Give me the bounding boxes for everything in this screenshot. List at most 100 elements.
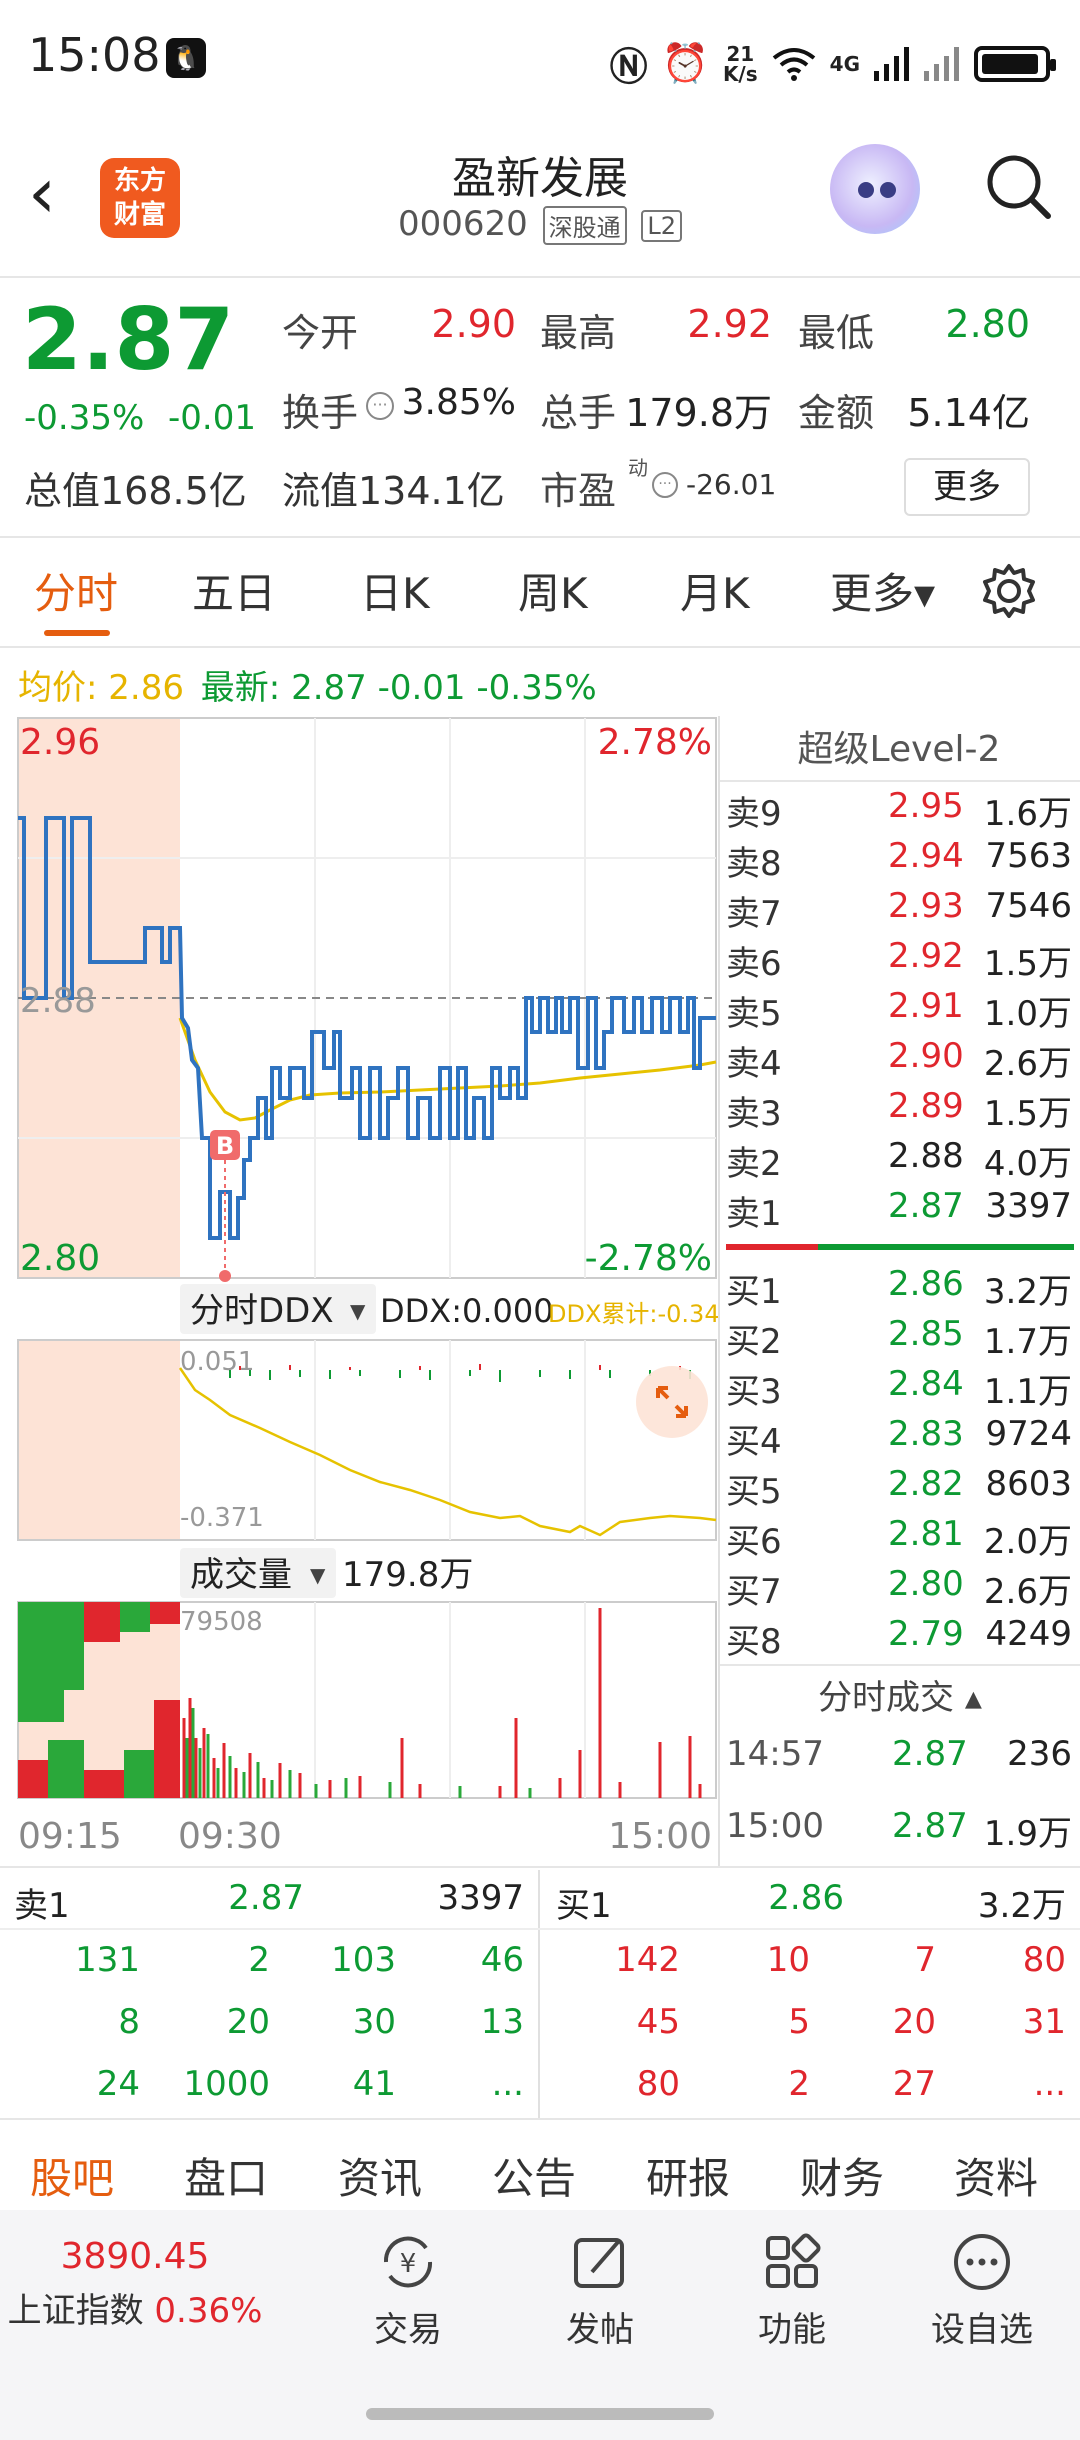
trade-row: 14:57 2.87 236 [726,1734,1072,1774]
settings-gear-icon[interactable] [980,562,1038,620]
y-top-label: 2.96 [20,722,100,763]
index-widget[interactable]: 3890.45 上证指数 0.36% [0,2236,270,2332]
queue-ask-price: 2.87 [228,1878,304,1918]
level2-badge: L2 [641,209,683,242]
search-icon[interactable] [984,152,1054,222]
low-label: 最低 [798,311,875,355]
ask-row[interactable]: 卖4 2.90 2.6万 [726,1036,1072,1084]
trades-title[interactable]: 分时成交 ▴ [720,1670,1080,1719]
ask-row[interactable]: 卖7 2.93 7546 [726,886,1072,934]
more-dots-icon [954,2234,1010,2290]
intraday-chart[interactable]: B 2.96 2.80 2.88 2.78% -2.78% 分时DDX ▼ DD… [0,700,720,1880]
turnover-label: 换手 [282,391,359,435]
amount-label: 金额 [798,391,875,435]
grid-functions-icon [766,2233,821,2288]
volume-value: 179.8万 [625,391,772,435]
current-price: 2.87 [22,290,235,390]
signal-icon-2 [924,46,959,81]
active-tab-indicator [44,630,110,636]
high-value: 2.92 [687,302,772,346]
tab-order-book[interactable]: 盘口 [184,2145,268,2206]
tab-profile[interactable]: 资料 [954,2145,1038,2206]
ddx-bottom-label: -0.371 [180,1503,264,1533]
status-icons: Ⓝ ⏰ 21 K/s 4G [609,36,1056,91]
tab-financials[interactable]: 财务 [800,2145,884,2206]
bid-row[interactable]: 买3 2.84 1.1万 [726,1364,1072,1412]
queue-ask-label: 卖1 [14,1886,70,1926]
ddx-value: DDX:0.000 [380,1292,554,1330]
signal-label: 4G [829,51,860,76]
volume-selector[interactable]: 成交量 [190,1555,292,1595]
tab-daily-k[interactable]: 日K [360,560,430,621]
open-label: 今开 [282,311,359,355]
queue-divider [538,1870,540,2120]
bid-row[interactable]: 买7 2.80 2.6万 [726,1564,1072,1612]
bid-row[interactable]: 买2 2.85 1.7万 [726,1314,1072,1362]
divider [0,646,1080,648]
nav-functions[interactable]: 功能 [722,2232,862,2351]
bid-row[interactable]: 买8 2.79 4249 [726,1614,1072,1662]
wifi-icon [772,47,815,81]
bid-row[interactable]: 买1 2.86 3.2万 [726,1264,1072,1312]
nav-post[interactable]: 发帖 [530,2232,670,2351]
nfc-icon: Ⓝ [609,45,648,89]
ask-row[interactable]: 卖8 2.94 7563 [726,836,1072,884]
ask-row[interactable]: 卖2 2.88 4.0万 [726,1136,1072,1184]
high-label: 最高 [540,311,617,355]
bid-row[interactable]: 买5 2.82 8603 [726,1464,1072,1512]
tab-five-day[interactable]: 五日 [192,560,276,621]
ask-row[interactable]: 卖1 2.87 3397 [726,1186,1072,1234]
tab-weekly-k[interactable]: 周K [518,560,588,621]
volume-label: 总手 [540,391,617,435]
y-mid-label: 2.88 [20,981,96,1021]
bid-row[interactable]: 买6 2.81 2.0万 [726,1514,1072,1562]
tab-news[interactable]: 资讯 [338,2145,422,2206]
more-button[interactable]: 更多 [904,458,1030,516]
tab-research[interactable]: 研报 [646,2145,730,2206]
pe-value: -26.01 [686,468,777,501]
tab-more[interactable]: 更多▾ [830,560,935,621]
robot-assistant-icon[interactable] [830,144,920,234]
divider [0,1928,1080,1930]
buy-marker-label: B [216,1132,234,1160]
index-value: 3890.45 [60,2236,210,2277]
index-name: 上证指数 [7,2291,144,2331]
pct-bottom-label: -2.78% [585,1238,712,1279]
bid-row[interactable]: 买4 2.83 9724 [726,1414,1072,1462]
nav-add-watchlist[interactable]: 设自选 [912,2232,1052,2351]
level2-title[interactable]: 超级Level-2 [718,720,1080,772]
home-indicator[interactable] [366,2408,714,2420]
buy-point [219,1270,231,1282]
queue-bid-price: 2.86 [768,1878,844,1918]
stock-header: ‹ 东方 财富 盈新发展 000620 深股通 L2 [0,130,1080,270]
volume-max-label: 79508 [180,1607,263,1637]
info-icon[interactable]: ··· [652,472,678,498]
queue-bid-volume: 3.2万 [977,1886,1066,1926]
nav-trade[interactable]: ¥ 交易 [338,2232,478,2351]
time-end-label: 15:00 [608,1816,712,1857]
tab-monthly-k[interactable]: 月K [680,560,750,621]
ddx-selector[interactable]: 分时DDX [190,1291,334,1331]
svg-text:¥: ¥ [400,2249,417,2279]
status-bar: 15:08 🐧 Ⓝ ⏰ 21 K/s 4G [0,0,1080,120]
alarm-icon: ⏰ [661,41,709,85]
tab-forum[interactable]: 股吧 [30,2145,114,2206]
ask-row[interactable]: 卖3 2.89 1.5万 [726,1086,1072,1134]
ask-row[interactable]: 卖5 2.91 1.0万 [726,986,1072,1034]
info-icon[interactable]: ··· [366,392,394,420]
open-value: 2.90 [431,302,516,346]
market-cap: 总值168.5亿 [24,469,247,513]
battery-icon [974,45,1056,82]
tab-intraday[interactable]: 分时 [34,560,118,621]
tab-announcements[interactable]: 公告 [492,2145,576,2206]
index-change: 0.36% [154,2291,263,2331]
ask-bid-ratio-red [726,1244,818,1250]
stock-code: 000620 [397,204,528,244]
stock-code-line: 000620 深股通 L2 [0,204,1080,245]
ask-row[interactable]: 卖6 2.92 1.5万 [726,936,1072,984]
pe-label: 市盈 [540,469,617,513]
change-amount: -0.01 [168,398,256,438]
expand-button[interactable] [636,1366,708,1438]
ask-bid-ratio-green [818,1244,1074,1250]
ask-row[interactable]: 卖9 2.95 1.6万 [726,786,1072,834]
